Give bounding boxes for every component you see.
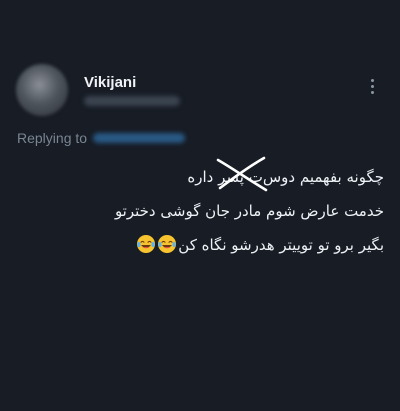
tweet-text: چگونه بفهمیم دوست پسر داره خدمت عارض شوم… xyxy=(14,156,384,262)
tweet-card[interactable]: Vikijani Replying to چگونه بفهمیم دوست پ… xyxy=(0,0,400,411)
struck-word: ت پسر xyxy=(216,156,268,194)
avatar[interactable] xyxy=(16,64,68,116)
face-with-tears-of-joy-icon xyxy=(137,235,156,253)
author-name[interactable]: Vikijani xyxy=(84,74,136,91)
author-handle-redacted xyxy=(84,96,180,106)
tweet-line-1-end: داره xyxy=(187,168,219,186)
reply-mention-redacted[interactable] xyxy=(93,133,186,143)
tweet-line-3: بگیر برو تو توییتر هدرشو نگاه کن xyxy=(14,228,384,262)
tweet-line-2: خدمت عارض شوم مادر جان گوشی دخترتو xyxy=(114,202,384,220)
tweet-line-1: چگونه بفهمیم دوست پسر داره xyxy=(14,156,384,194)
more-options-icon[interactable] xyxy=(362,74,382,98)
struck-word-text: ت پسر xyxy=(218,168,263,186)
tweet-line-1-start: چگونه بفهمیم دوس xyxy=(262,168,384,186)
replying-to-label: Replying to xyxy=(17,130,88,146)
face-with-tears-of-joy-icon xyxy=(158,235,177,253)
replying-to-row: Replying to xyxy=(17,129,186,147)
tweet-line-3-text: بگیر برو تو توییتر هدرشو نگاه کن xyxy=(178,236,384,254)
